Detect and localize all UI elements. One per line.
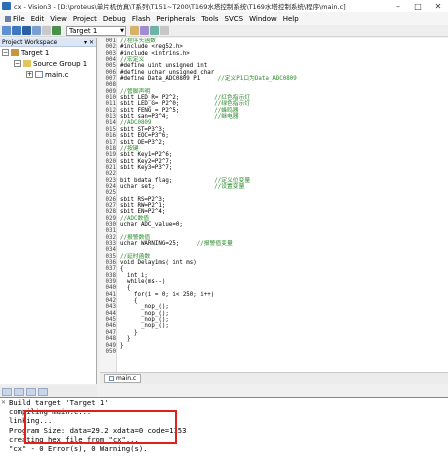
- tab-main-c[interactable]: main.c: [104, 374, 142, 383]
- menu-file-label: File: [13, 14, 25, 23]
- workspace-title: Project Workspace: [2, 39, 58, 46]
- tree-item-label: Source Group 1: [33, 59, 88, 68]
- minimize-button[interactable]: –: [388, 0, 408, 12]
- code-text: #define Data_ADC0809 P1 //定义P1口为Data_ADC…: [120, 76, 297, 83]
- build-line: "cx" - 0 Error(s), 0 Warning(s).: [9, 443, 148, 453]
- expand-icon[interactable]: +: [26, 71, 33, 78]
- file-menu-icon: [5, 15, 11, 22]
- menu-bar: File Edit View Project Debug Flash Perip…: [0, 12, 448, 25]
- target-select-value: Target 1: [69, 26, 98, 35]
- workspace-tabs: [0, 386, 97, 397]
- collapse-icon[interactable]: −: [14, 60, 21, 67]
- manage-packs-icon[interactable]: [160, 26, 169, 35]
- code-text: uchar set; //设置变量: [120, 183, 245, 190]
- tab-templates-icon[interactable]: [38, 387, 48, 396]
- toolbar: Target 1 ▼: [0, 25, 448, 37]
- build-output: ✕ Build target 'Target 1' compiling main…: [0, 397, 448, 456]
- manage-components-icon[interactable]: [140, 26, 149, 35]
- menu-window[interactable]: Window: [246, 15, 280, 23]
- highlight-annotation: [24, 410, 177, 444]
- project-workspace: Project Workspace ▾ ✕ − Target 1 − Sourc…: [0, 38, 97, 384]
- close-icon[interactable]: ✕: [1, 399, 6, 406]
- code-editor[interactable]: 001//程序头函数 002 #include <reg52.h> 003 #inclu…: [100, 38, 448, 372]
- stop-build-icon[interactable]: [42, 26, 51, 35]
- title-bar: cx - Vision3 - [D:\proteus\单片机仿真\T系列\T15…: [0, 0, 448, 12]
- code-text: uchar ADC_value=0;: [120, 221, 183, 228]
- tree-item-source-group[interactable]: − Source Group 1: [0, 58, 96, 69]
- close-button[interactable]: ✕: [428, 0, 448, 12]
- menu-help[interactable]: Help: [280, 15, 302, 23]
- window-title: cx - Vision3 - [D:\proteus\单片机仿真\T系列\T15…: [14, 3, 346, 11]
- code-text: void Delay1ms( int ms): [120, 260, 197, 267]
- tree-item-label: main.c: [45, 70, 69, 79]
- rebuild-icon[interactable]: [22, 26, 31, 35]
- menu-edit[interactable]: Edit: [28, 15, 48, 23]
- build-icon[interactable]: [12, 26, 21, 35]
- tab-books-icon[interactable]: [14, 387, 24, 396]
- chevron-down-icon: ▼: [120, 27, 124, 34]
- menu-project[interactable]: Project: [70, 15, 100, 23]
- target-options-icon[interactable]: [130, 26, 139, 35]
- menu-svcs[interactable]: SVCS: [222, 15, 247, 23]
- tree-item-main-c[interactable]: + main.c: [0, 69, 96, 80]
- file-extensions-icon[interactable]: [150, 26, 159, 35]
- code-line: 050: [100, 349, 448, 355]
- collapse-icon[interactable]: −: [2, 49, 9, 56]
- tab-functions-icon[interactable]: [26, 387, 36, 396]
- menu-debug[interactable]: Debug: [100, 15, 129, 23]
- translate-icon[interactable]: [2, 26, 11, 35]
- menu-peripherals[interactable]: Peripherals: [153, 15, 198, 23]
- line-number: 050: [105, 348, 116, 355]
- menu-tools[interactable]: Tools: [198, 15, 221, 23]
- folder-icon: [23, 60, 31, 67]
- target-select[interactable]: Target 1 ▼: [66, 25, 126, 36]
- code-text: uchar WARNING=25; //报警值变量: [120, 241, 233, 247]
- menu-flash[interactable]: Flash: [129, 15, 153, 23]
- build-line: Build target 'Target 1': [9, 398, 109, 407]
- menu-file[interactable]: File: [2, 15, 28, 23]
- file-icon: [109, 376, 114, 381]
- batch-build-icon[interactable]: [32, 26, 41, 35]
- maximize-button[interactable]: □: [408, 0, 428, 12]
- tab-project-icon[interactable]: [2, 387, 12, 396]
- file-icon: [35, 71, 43, 78]
- download-icon[interactable]: [52, 26, 61, 35]
- tree-item-label: Target 1: [21, 48, 50, 57]
- tree-item-target[interactable]: − Target 1: [0, 47, 96, 58]
- app-icon: [2, 2, 11, 10]
- code-text: sbit Key3=P3^7;: [120, 164, 173, 171]
- workspace-header: Project Workspace ▾ ✕: [0, 38, 96, 47]
- editor-tabs: main.c: [100, 372, 448, 384]
- code-lines: 001//程序头函数 002 #include <reg52.h> 003 #inclu…: [100, 38, 448, 355]
- tab-label: main.c: [116, 375, 137, 382]
- target-icon: [11, 49, 19, 56]
- menu-view[interactable]: View: [47, 15, 70, 23]
- workspace-controls[interactable]: ▾ ✕: [84, 38, 96, 46]
